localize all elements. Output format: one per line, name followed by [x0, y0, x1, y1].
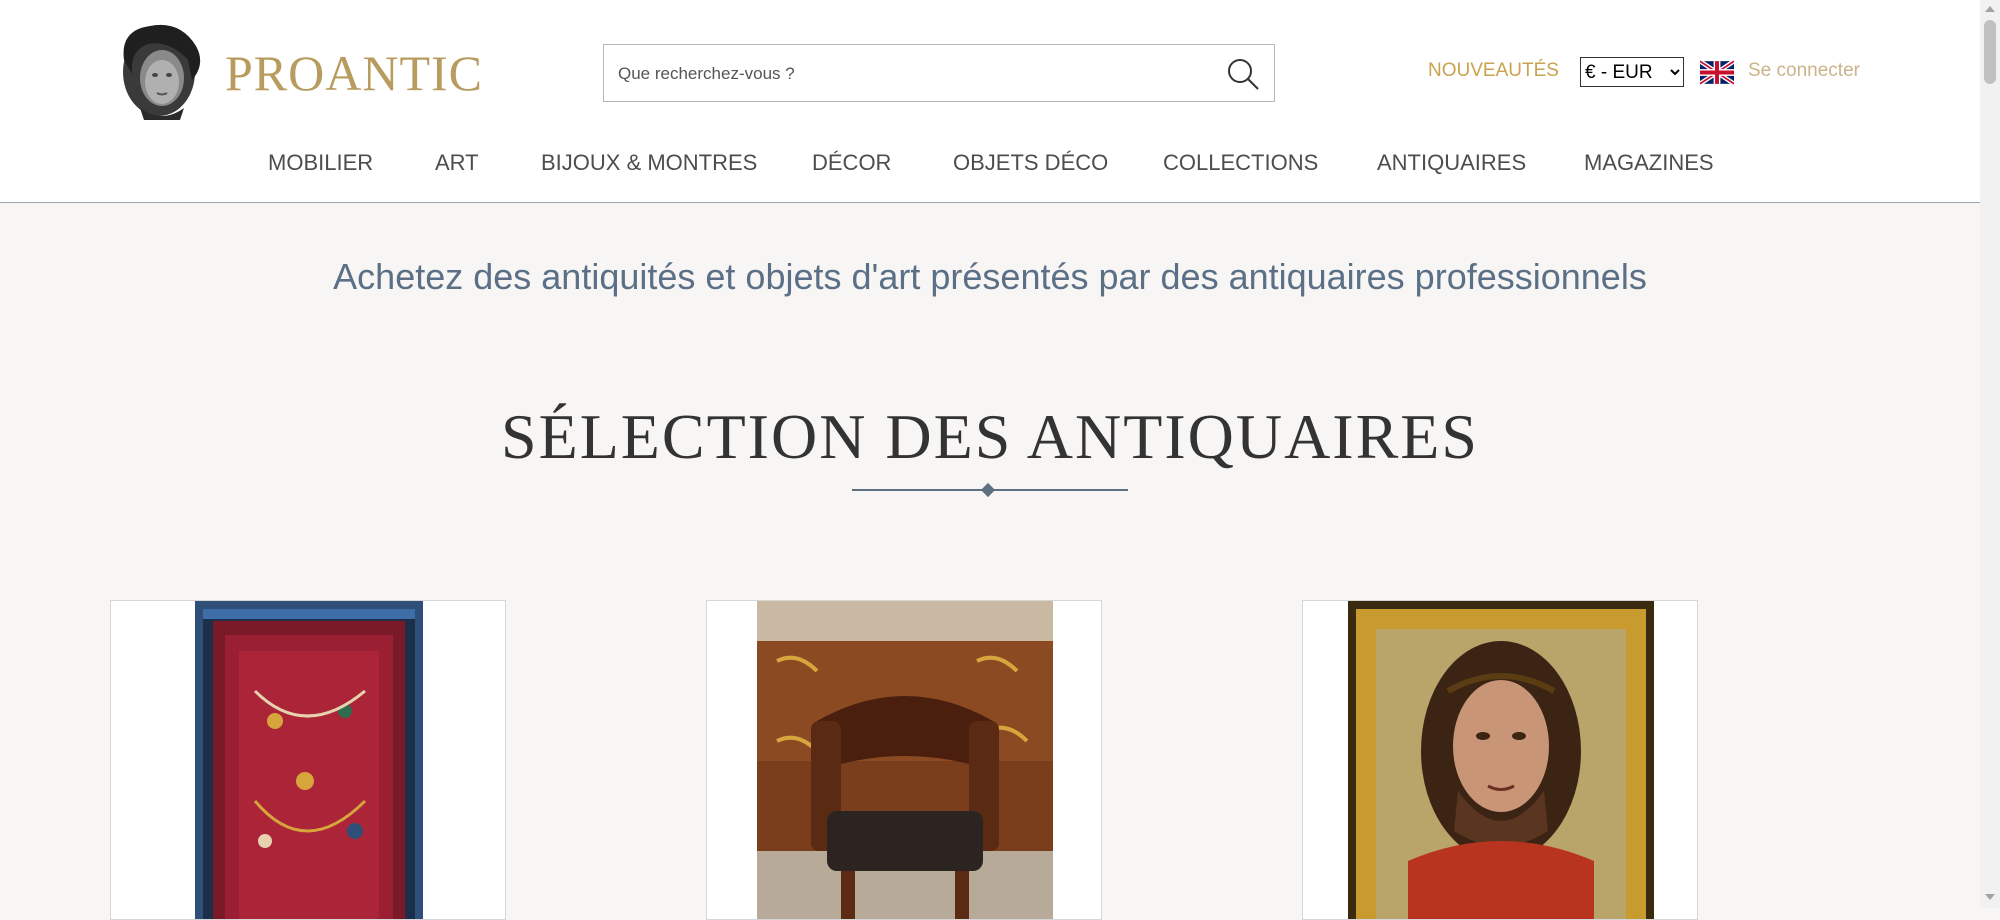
nav-item-objets-deco[interactable]: OBJETS DÉCO: [953, 150, 1108, 176]
brand-name[interactable]: PROANTIC: [225, 44, 483, 102]
chair-image: [757, 601, 1053, 919]
new-arrivals-link[interactable]: NOUVEAUTÉS: [1428, 60, 1559, 82]
scroll-thumb[interactable]: [1984, 20, 1996, 84]
bust-icon[interactable]: [110, 20, 208, 122]
search-icon[interactable]: [1226, 57, 1260, 91]
product-card-rug[interactable]: [110, 600, 506, 920]
nav-item-art[interactable]: ART: [435, 150, 479, 176]
uk-flag-icon[interactable]: [1700, 60, 1734, 85]
rug-image: [195, 601, 423, 919]
scroll-down-arrow[interactable]: [1985, 894, 1995, 900]
product-card-chair[interactable]: [706, 600, 1102, 920]
painting-image: [1348, 601, 1654, 919]
search-bar: [603, 44, 1275, 103]
currency-select[interactable]: € - EUR: [1580, 57, 1684, 87]
nav-item-decor[interactable]: DÉCOR: [812, 150, 891, 176]
search-input[interactable]: [616, 45, 1200, 103]
scroll-up-arrow[interactable]: [1985, 6, 1995, 12]
main-nav: MOBILIER ART BIJOUX & MONTRES DÉCOR OBJE…: [0, 150, 1980, 180]
nav-item-mobilier[interactable]: MOBILIER: [268, 150, 373, 176]
nav-item-antiquaires[interactable]: ANTIQUAIRES: [1377, 150, 1526, 176]
nav-item-bijoux-montres[interactable]: BIJOUX & MONTRES: [541, 150, 757, 176]
section-title: SÉLECTION DES ANTIQUAIRES: [501, 401, 1479, 472]
site-header: PROANTIC NOUVEAUTÉS € - EUR Se connecter…: [0, 0, 1980, 203]
page-scrollbar[interactable]: [1980, 0, 2000, 908]
product-card-painting[interactable]: [1302, 600, 1698, 920]
tagline: Achetez des antiquités et objets d'art p…: [333, 256, 1647, 297]
nav-item-collections[interactable]: COLLECTIONS: [1163, 150, 1318, 176]
login-link[interactable]: Se connecter: [1748, 60, 1860, 82]
nav-item-magazines[interactable]: MAGAZINES: [1584, 150, 1714, 176]
divider-diamond: [980, 482, 996, 498]
